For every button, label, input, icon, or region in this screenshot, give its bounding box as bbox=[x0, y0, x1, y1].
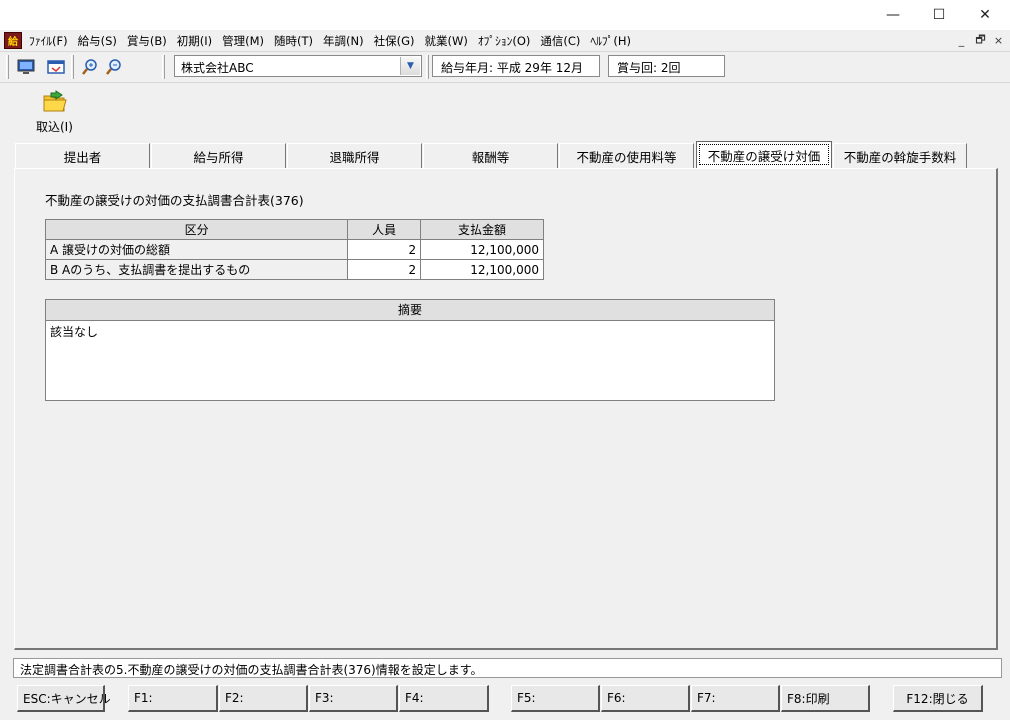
menu-salary[interactable]: 給与(S) bbox=[75, 33, 124, 49]
menu-occasional[interactable]: 随時(T) bbox=[271, 33, 320, 49]
tab-retirement-income[interactable]: 退職所得 bbox=[287, 143, 422, 168]
column-header-category: 区分 bbox=[44, 219, 349, 240]
tab-remuneration[interactable]: 報酬等 bbox=[423, 143, 558, 168]
toolbar-separator bbox=[426, 55, 429, 79]
menu-work[interactable]: 就業(W) bbox=[422, 33, 475, 49]
menu-items: ﾌｧｲﾙ(F) 給与(S) 賞与(B) 初期(I) 管理(M) 随時(T) 年調… bbox=[26, 30, 638, 51]
table-row: B Aのうち、支払調書を提出するもの 2 12,100,000 bbox=[44, 259, 544, 280]
maximize-window-button[interactable]: ☐ bbox=[916, 0, 962, 30]
status-bar: 法定調書合計表の5.不動産の譲受けの対価の支払調書合計表(376)情報を設定しま… bbox=[13, 658, 1002, 678]
tab-submitter[interactable]: 提出者 bbox=[15, 143, 150, 168]
f5-button[interactable]: F5: bbox=[511, 685, 600, 712]
row-label: B Aのうち、支払調書を提出するもの bbox=[44, 259, 349, 280]
company-select[interactable]: 株式会社ABC ▼ bbox=[174, 55, 422, 77]
menu-options[interactable]: ｵﾌﾟｼｮﾝ(O) bbox=[475, 33, 538, 49]
section-title: 不動産の譲受けの対価の支払調書合計表(376) bbox=[45, 193, 304, 208]
window-icon[interactable] bbox=[46, 57, 66, 77]
menu-manage[interactable]: 管理(M) bbox=[219, 33, 271, 49]
amount-input[interactable]: 12,100,000 bbox=[420, 239, 544, 260]
company-select-value: 株式会社ABC bbox=[181, 61, 254, 75]
f7-button[interactable]: F7: bbox=[691, 685, 780, 712]
esc-cancel-button[interactable]: ESC:キャンセル bbox=[17, 685, 111, 712]
menu-bonus[interactable]: 賞与(B) bbox=[124, 33, 174, 49]
mdi-restore-button[interactable]: 🗗 bbox=[973, 33, 988, 48]
import-folder-icon[interactable] bbox=[42, 90, 68, 114]
f12-close-button[interactable]: F12:閉じる bbox=[893, 685, 983, 712]
menu-help[interactable]: ﾍﾙﾌﾟ(H) bbox=[587, 33, 638, 49]
close-window-button[interactable]: ✕ bbox=[962, 0, 1008, 30]
zoom-in-icon[interactable] bbox=[80, 57, 100, 77]
mdi-minimize-button[interactable]: _ bbox=[954, 33, 969, 48]
column-header-people: 人員 bbox=[347, 219, 422, 240]
f1-button[interactable]: F1: bbox=[128, 685, 218, 712]
memo-textarea[interactable]: 該当なし bbox=[46, 321, 774, 342]
import-button-label[interactable]: 取込(I) bbox=[36, 118, 73, 135]
table-row: A 譲受けの対価の総額 2 12,100,000 bbox=[44, 239, 544, 260]
amount-input[interactable]: 12,100,000 bbox=[420, 259, 544, 280]
toolbar-grip bbox=[6, 55, 9, 79]
table-header-row: 区分 人員 支払金額 bbox=[44, 219, 544, 240]
f4-button[interactable]: F4: bbox=[399, 685, 489, 712]
f8-print-button[interactable]: F8:印刷 bbox=[781, 685, 870, 712]
people-input[interactable]: 2 bbox=[347, 239, 422, 260]
pay-month-display: 給与年月: 平成 29年 12月 bbox=[432, 55, 600, 77]
bonus-count-display: 賞与回: 2回 bbox=[608, 55, 725, 77]
f2-button[interactable]: F2: bbox=[219, 685, 308, 712]
menu-social-insurance[interactable]: 社保(G) bbox=[371, 33, 422, 49]
mdi-close-button[interactable]: × bbox=[991, 33, 1006, 48]
column-header-amount: 支払金額 bbox=[420, 219, 544, 240]
toolbar-separator bbox=[71, 55, 74, 79]
memo-box: 摘要 該当なし bbox=[45, 299, 775, 401]
chevron-down-icon[interactable]: ▼ bbox=[400, 57, 420, 75]
menu-year-end[interactable]: 年調(N) bbox=[320, 33, 371, 49]
tab-salary-income[interactable]: 給与所得 bbox=[151, 143, 286, 168]
summary-table: 区分 人員 支払金額 A 譲受けの対価の総額 2 12,100,000 B Aの… bbox=[44, 219, 544, 280]
title-bar bbox=[0, 0, 1010, 30]
row-label: A 譲受けの対価の総額 bbox=[44, 239, 349, 260]
menu-file[interactable]: ﾌｧｲﾙ(F) bbox=[26, 33, 75, 49]
menu-communication[interactable]: 通信(C) bbox=[537, 33, 587, 49]
f6-button[interactable]: F6: bbox=[601, 685, 690, 712]
memo-header: 摘要 bbox=[46, 300, 774, 321]
toolbar-separator bbox=[162, 55, 165, 79]
minimize-window-button[interactable]: — bbox=[870, 0, 916, 30]
monitor-icon[interactable] bbox=[16, 57, 36, 77]
zoom-out-icon[interactable] bbox=[104, 57, 124, 77]
tab-real-estate-brokerage[interactable]: 不動産の斡旋手数料 bbox=[833, 143, 967, 168]
people-input[interactable]: 2 bbox=[347, 259, 422, 280]
menu-initial[interactable]: 初期(I) bbox=[174, 33, 219, 49]
app-icon[interactable]: 給 bbox=[4, 32, 22, 49]
f3-button[interactable]: F3: bbox=[309, 685, 398, 712]
tab-real-estate-transfer[interactable]: 不動産の譲受け対価 bbox=[696, 141, 832, 168]
tab-real-estate-rent[interactable]: 不動産の使用料等 bbox=[559, 143, 694, 168]
